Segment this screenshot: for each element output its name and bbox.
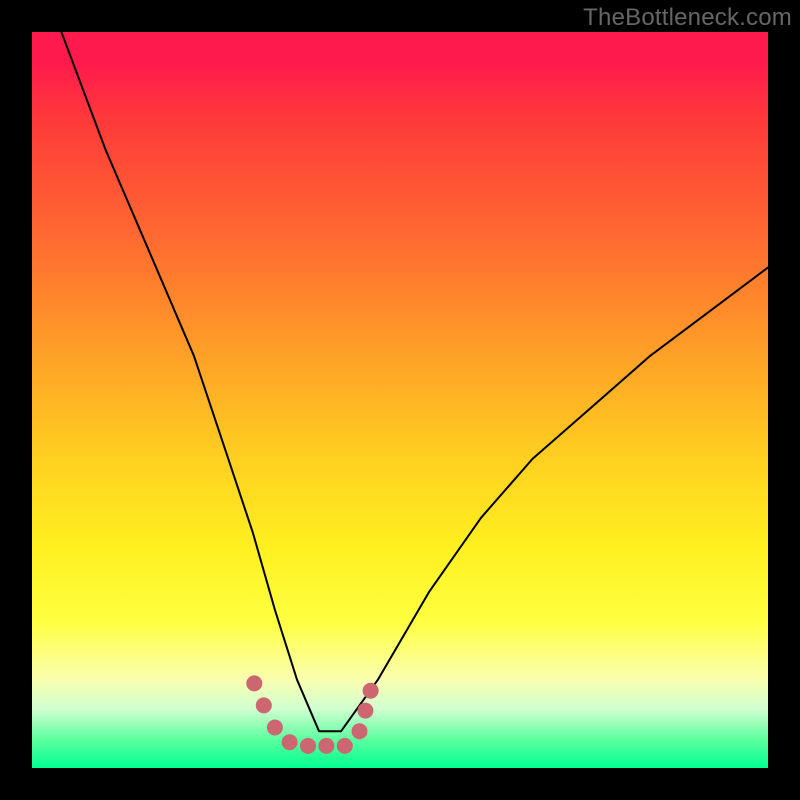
bottleneck-curve: [61, 32, 768, 731]
marker-dot: [282, 734, 298, 750]
marker-dot: [337, 738, 353, 754]
curve-svg: [32, 32, 768, 768]
chart-frame: TheBottleneck.com: [0, 0, 800, 800]
marker-dot: [352, 723, 368, 739]
watermark-text: TheBottleneck.com: [583, 4, 792, 32]
marker-dot: [318, 738, 334, 754]
plot-area: [32, 32, 768, 768]
marker-dot: [246, 675, 262, 691]
marker-dot: [267, 720, 283, 736]
marker-dot: [363, 683, 379, 699]
marker-dot: [300, 738, 316, 754]
marker-dot: [256, 697, 272, 713]
curve-line: [61, 32, 768, 731]
marker-dot: [357, 703, 373, 719]
